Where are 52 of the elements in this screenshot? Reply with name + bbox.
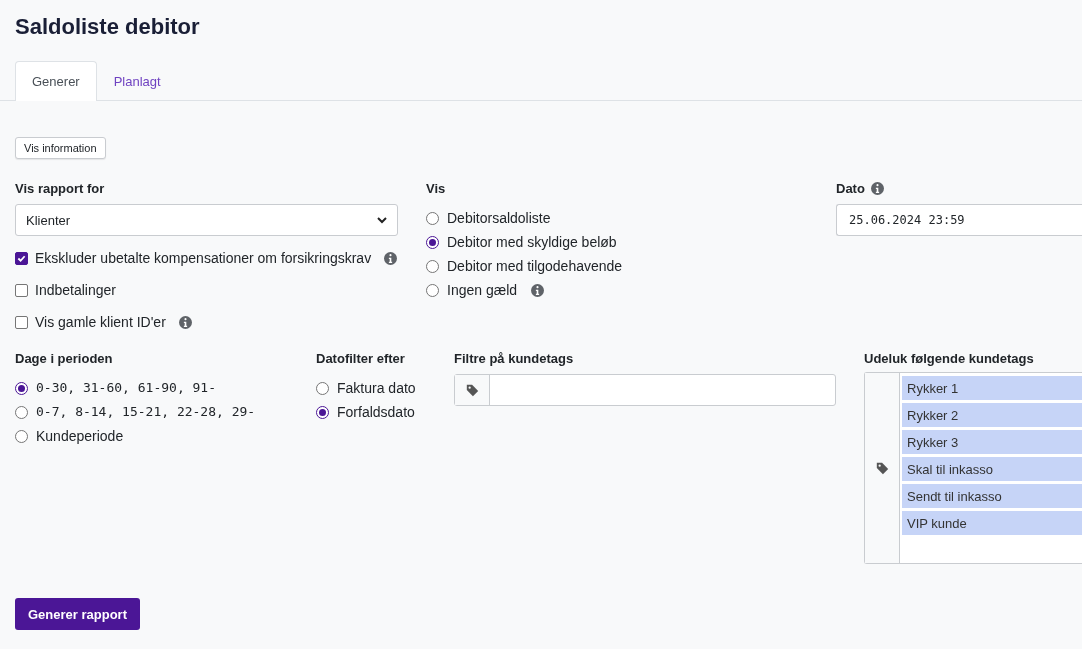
radio-button[interactable] xyxy=(316,381,329,395)
tag-option[interactable]: Rykker 2 xyxy=(902,403,1082,427)
checkbox[interactable] xyxy=(15,283,28,297)
generate-report-button[interactable]: Generer rapport xyxy=(15,598,140,630)
checkbox-label: Indbetalinger xyxy=(35,282,116,298)
tag-option[interactable]: Sendt til inkasso xyxy=(902,484,1082,508)
radio-button[interactable] xyxy=(426,235,439,249)
checkbox[interactable] xyxy=(15,251,28,265)
radio-label: Debitorsaldoliste xyxy=(447,210,551,226)
radio-label: 0-30, 31-60, 61-90, 91- xyxy=(36,380,216,396)
radio-label: Forfaldsdato xyxy=(337,404,415,420)
report-for-dropdown[interactable]: Klienter xyxy=(15,204,398,236)
radio-label: Faktura dato xyxy=(337,380,416,396)
field-label: Datofilter efter xyxy=(316,350,405,366)
date-field[interactable]: 25.06.2024 23:59 xyxy=(836,204,1082,236)
radio-label: Debitor med tilgodehavende xyxy=(447,258,623,274)
radio-button[interactable] xyxy=(426,211,439,225)
radio-label: Kundeperiode xyxy=(36,428,124,444)
radio-button[interactable] xyxy=(316,405,329,419)
field-label: Dage i perioden xyxy=(15,350,113,366)
checkbox[interactable] xyxy=(15,315,28,329)
info-button[interactable]: Vis information xyxy=(15,137,106,159)
radio-label: Ingen gæld xyxy=(447,282,518,298)
field-label: Vis rapport for xyxy=(15,180,105,196)
radio-button[interactable] xyxy=(15,405,28,419)
radio-button[interactable] xyxy=(426,283,439,297)
radio-button[interactable] xyxy=(15,381,28,395)
page-title: Saldoliste debitor xyxy=(15,13,201,40)
checkbox-label: Ekskluder ubetalte kompensationer om forsikringskrav xyxy=(35,250,372,266)
tag-option[interactable]: VIP kunde xyxy=(902,511,1082,535)
tag-option[interactable]: Skal til inkasso xyxy=(902,457,1082,481)
field-label: Filtre på kundetags xyxy=(454,350,574,366)
radio-button[interactable] xyxy=(15,429,28,443)
tag-icon xyxy=(465,383,479,397)
tag-filter-field[interactable] xyxy=(454,374,836,406)
info-icon[interactable] xyxy=(384,251,398,265)
field-label: Vis xyxy=(426,180,446,196)
tag-option[interactable]: Rykker 1 xyxy=(902,376,1082,400)
field-label: Dato xyxy=(836,180,865,196)
radio-button[interactable] xyxy=(426,259,439,273)
checkbox-label: Vis gamle klient ID'er xyxy=(35,314,166,330)
tab[interactable]: Generer xyxy=(15,61,97,101)
info-icon[interactable] xyxy=(531,283,545,297)
info-icon[interactable] xyxy=(178,315,192,329)
tag-icon xyxy=(875,461,889,475)
radio-label: 0-7, 8-14, 15-21, 22-28, 29- xyxy=(36,404,256,420)
info-icon[interactable] xyxy=(870,181,884,195)
radio-label: Debitor med skyldige beløb xyxy=(447,234,617,250)
chevron-down-icon xyxy=(377,216,387,224)
field-label: Udeluk følgende kundetags xyxy=(864,350,1034,366)
tab[interactable]: Planlagt xyxy=(96,61,178,101)
tag-option[interactable]: Rykker 3 xyxy=(902,430,1082,454)
